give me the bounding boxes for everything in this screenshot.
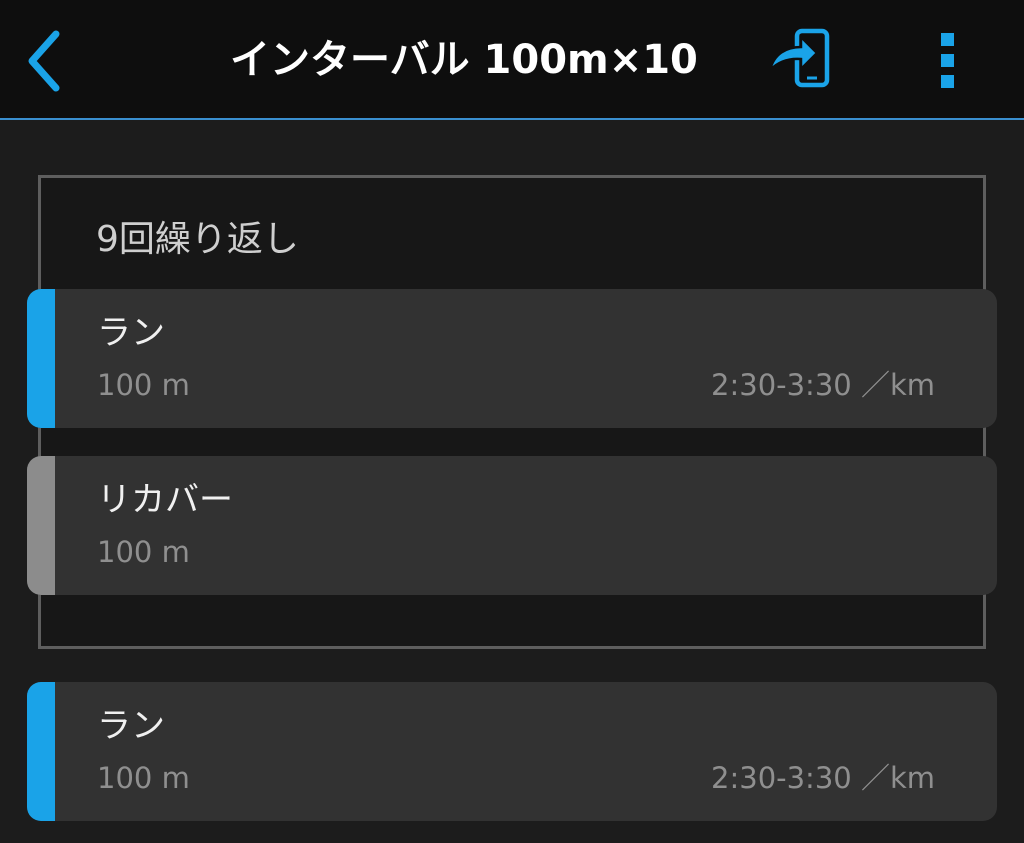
step-name: ラン: [97, 706, 165, 746]
step-distance: 100 m: [97, 368, 190, 402]
workout-detail-screen: インターバル 100m×10 9回繰り返し ラン 100 m 2:30-3:30…: [0, 0, 1024, 843]
step-distance: 100 m: [97, 535, 190, 569]
step-type-bar: [27, 456, 55, 595]
step-pace-target: 2:30-3:30 ／km: [711, 368, 935, 402]
step-run-final[interactable]: ラン 100 m 2:30-3:30 ／km: [27, 682, 997, 821]
send-to-device-icon: [767, 28, 830, 88]
page-title: インターバル 100m×10: [230, 37, 698, 83]
step-recovery[interactable]: リカバー 100 m: [27, 456, 997, 595]
step-name: ラン: [97, 313, 165, 353]
top-app-bar: インターバル 100m×10: [0, 0, 1024, 120]
repeat-count-label[interactable]: 9回繰り返し: [96, 212, 299, 268]
step-pace-target: 2:30-3:30 ／km: [711, 761, 935, 795]
chevron-left-icon: [28, 30, 60, 92]
step-name: リカバー: [97, 480, 233, 520]
back-button[interactable]: [14, 26, 74, 96]
send-to-device-button[interactable]: [762, 26, 838, 92]
step-run[interactable]: ラン 100 m 2:30-3:30 ／km: [27, 289, 997, 428]
step-type-bar: [27, 682, 55, 821]
more-vertical-icon: [941, 33, 954, 88]
step-type-bar: [27, 289, 55, 428]
more-options-button[interactable]: [922, 24, 974, 94]
step-distance: 100 m: [97, 761, 190, 795]
